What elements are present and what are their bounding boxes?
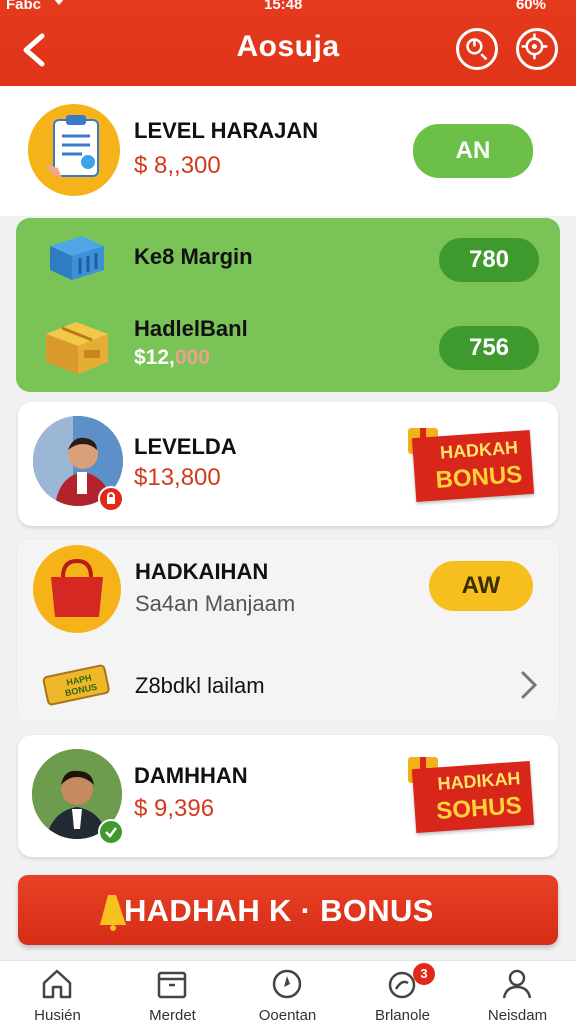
notification-badge: 3 <box>413 963 435 985</box>
bank-badge[interactable]: 756 <box>439 326 539 370</box>
bank-title: HadlelBanl <box>134 316 248 341</box>
shopping-row2-label: Z8bdkl lailam <box>135 673 265 698</box>
bonus-tag-2[interactable]: HADIKAH SOHUS <box>404 753 544 843</box>
level-da-card[interactable]: LEVELDA $13,800 HADKAH BONUS <box>18 402 558 526</box>
shopping-subtitle: Sa4an Manjaam <box>135 591 296 616</box>
carrier-label: Fabc <box>6 0 42 13</box>
status-bar: Fabc 15:48 60% <box>0 0 576 16</box>
bank-amount-faded: 000 <box>174 346 210 369</box>
battery-label: 60% <box>515 0 546 13</box>
nav-label: Merdet <box>149 1007 196 1024</box>
compass-icon <box>272 969 302 999</box>
clock: 15:48 <box>264 0 303 13</box>
shopping-title: HADKAIHAN <box>135 559 269 584</box>
nav-item-compass[interactable]: Ooentan <box>230 961 345 1024</box>
settings-icon[interactable] <box>516 28 558 70</box>
nav-label: Ooentan <box>258 1007 317 1024</box>
nav-item-home[interactable]: Husién <box>0 961 115 1024</box>
damhhan-card[interactable]: DAMHHAN $ 9,396 HADIKAH SOHUS <box>18 735 558 857</box>
level-da-title: LEVELDA <box>134 434 237 459</box>
clipboard-icon <box>28 104 120 196</box>
level-action-button[interactable]: AN <box>413 124 533 178</box>
home-icon <box>42 969 72 999</box>
shopping-card: HADKAIHAN Sa4an Manjaam AW HAPH BONUS Z8… <box>16 538 560 722</box>
bonus-button[interactable]: HADHAH K · BONUS <box>18 875 558 945</box>
bank-amount: $12,000 <box>134 346 210 370</box>
damhhan-amount: $ 9,396 <box>134 795 215 822</box>
app-header: Fabc 15:48 60% Aosuja <box>0 0 576 86</box>
level-card: LEVEL HARAJAN $ 8,,300 AN <box>0 86 576 216</box>
box-icon <box>46 322 108 374</box>
wifi-icon <box>54 0 64 5</box>
bonus-button-label: HADHAH K · BONUS <box>124 893 434 928</box>
search-icon[interactable] <box>456 28 498 70</box>
chevron-right-icon[interactable] <box>515 667 543 703</box>
calendar-icon <box>157 971 187 999</box>
nav-label: Brlanole <box>374 1007 431 1024</box>
nav-item-wallet[interactable]: 3 Brlanole <box>345 961 460 1024</box>
bank-amount-main: $12, <box>134 346 175 369</box>
damhhan-title: DAMHHAN <box>134 763 248 788</box>
profile-icon <box>502 969 532 999</box>
level-title: LEVEL HARAJAN <box>134 118 319 143</box>
margin-title: Ke8 Margin <box>134 244 253 269</box>
shopping-action-button[interactable]: AW <box>429 561 533 611</box>
level-amount: $ 8,,300 <box>134 152 221 179</box>
verified-badge-icon <box>98 819 124 845</box>
level-da-amount: $13,800 <box>134 464 221 491</box>
nav-item-calendar[interactable]: Merdet <box>115 961 230 1024</box>
nav-label: Neisdam <box>487 1007 548 1024</box>
bonus-tag-1[interactable]: HADKAH BONUS <box>404 422 544 512</box>
margin-card: Ke8 Margin 780 HadlelBanl $12,000 756 <box>16 218 560 392</box>
nav-item-profile[interactable]: Neisdam <box>460 961 575 1024</box>
ticket-icon: HAPH BONUS <box>39 661 113 707</box>
nav-label: Husién <box>34 1007 81 1024</box>
lock-badge-icon <box>98 486 124 512</box>
bottom-nav: Husién Merdet Ooentan 3 Brlanole Neisdam <box>0 960 576 1024</box>
bank-icon <box>50 236 104 280</box>
margin-badge[interactable]: 780 <box>439 238 539 282</box>
shopping-bag-icon <box>33 545 121 633</box>
